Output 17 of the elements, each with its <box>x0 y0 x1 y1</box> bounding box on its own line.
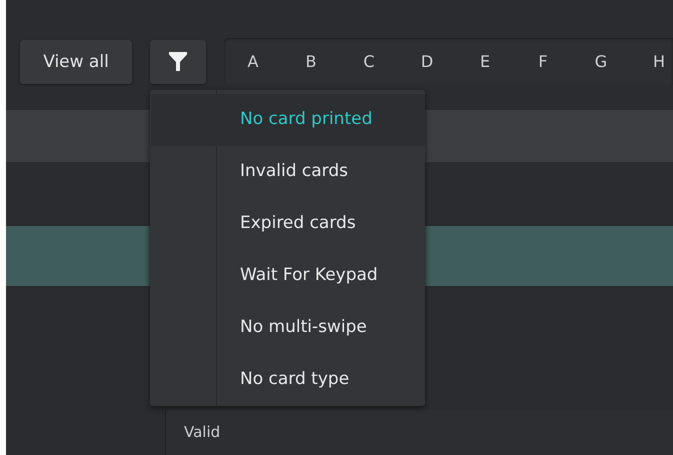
menu-item[interactable]: No card printed <box>151 94 425 146</box>
menu-item[interactable]: Expired cards <box>217 198 425 250</box>
filter-button[interactable] <box>150 40 206 84</box>
letter-tab[interactable]: F <box>531 52 555 71</box>
letter-tab[interactable]: B <box>299 52 323 71</box>
letter-tab[interactable]: A <box>241 52 265 71</box>
letter-tab[interactable]: C <box>357 52 381 71</box>
filter-icon <box>167 50 189 74</box>
menu-item[interactable]: Invalid cards <box>217 146 425 198</box>
menu-item[interactable]: Wait For Keypad <box>217 250 425 302</box>
letter-tab[interactable]: D <box>415 52 439 71</box>
letter-tab[interactable]: G <box>589 52 613 71</box>
menu-item[interactable]: No multi-swipe <box>217 302 425 354</box>
letter-tab[interactable]: E <box>473 52 497 71</box>
menu-item[interactable]: No card type <box>217 354 425 406</box>
letter-tab[interactable]: H <box>647 52 671 71</box>
view-all-button[interactable]: View all <box>20 40 132 84</box>
